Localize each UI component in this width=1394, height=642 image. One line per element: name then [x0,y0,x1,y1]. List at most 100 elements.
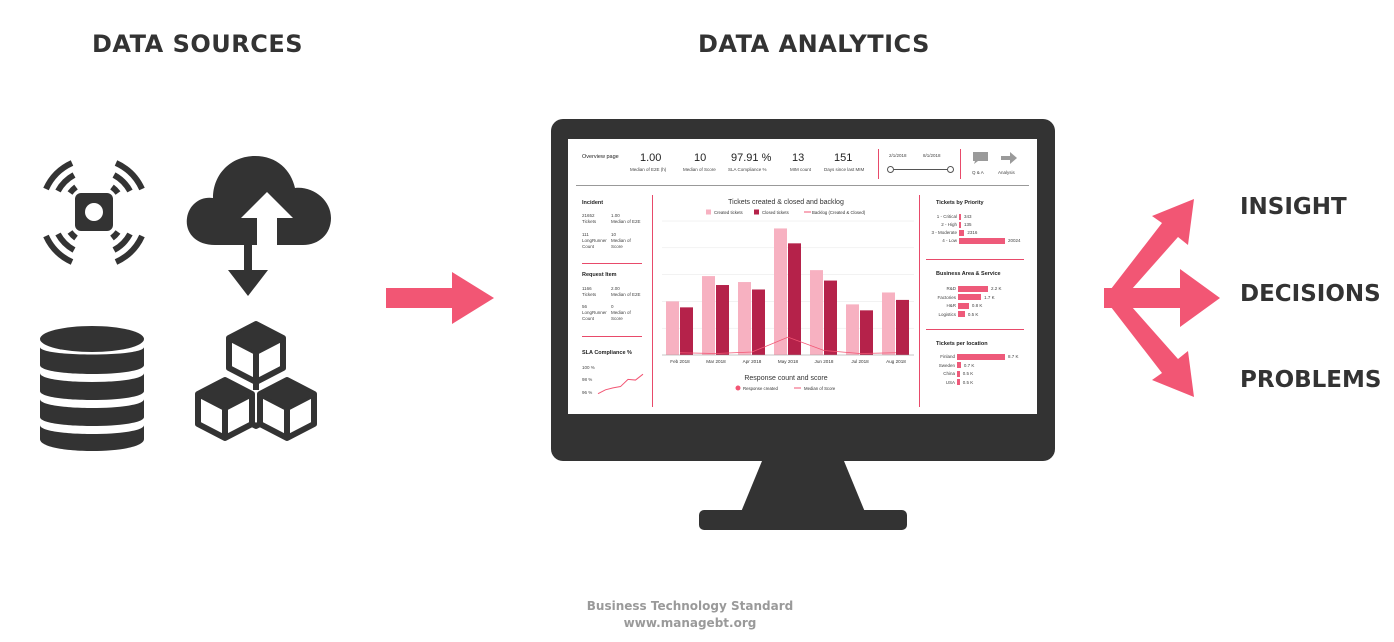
bar-label: 4 - Low [942,238,957,243]
date-slider-start-handle[interactable] [887,166,894,173]
bar-label: Sweden [938,362,955,368]
incident-score-label: Median of Score [611,238,631,249]
bar-value: 0.7 K [963,362,975,368]
branching-arrows-icon [1104,199,1220,397]
request-longrunner-value: 56 [582,304,588,309]
section-divider [582,336,642,337]
cloud-upload-icon [186,156,331,296]
kpi-value: 1.00 [640,152,662,164]
bar-label: Finland [940,354,955,359]
hbar [958,311,965,317]
request-tickets-label: Tickets [582,292,597,297]
bar-label: R&D [946,286,956,291]
bar-created [882,292,895,355]
database-icon [40,326,144,451]
bar-label: Factories [937,294,956,300]
x-tick-label: Aug 2018 [886,359,906,364]
outcome-problems: PROBLEMS [1240,367,1382,393]
x-tick-label: May 2018 [778,359,799,364]
bar-label: H&R [946,303,956,308]
hbar [957,370,960,377]
bar-value: 135 [964,222,972,227]
overview-page-title: Overview page [582,154,619,160]
sla-line [597,373,644,395]
x-tick-label: Apr 2018 [743,359,762,364]
x-tick-label: Feb 2018 [670,359,690,364]
x-tick-label: Mar 2018 [706,359,726,364]
header-divider [576,185,1029,186]
hbar [958,294,982,300]
bar-value: 8.7 K [1008,354,1019,359]
sensor-icon [43,160,145,265]
incident-title: Incident [582,200,604,206]
sla-tick: 96 % [582,390,593,395]
request-e2e-label: Median of E2E [611,292,641,297]
incident-longrunner-label: LongRunner Count [582,238,607,249]
bar-created [810,270,823,355]
legend-label: Backlog (Created & Closed) [812,210,866,215]
kpi-label: SLA Compliance % [728,167,767,172]
legend-label: Created tickets [714,210,743,215]
bar-value: 0.5 K [967,311,979,317]
footer-url: www.managebt.org [623,616,757,630]
incident-tickets-value: 21652 [582,213,595,218]
sla-line-chart [597,373,644,395]
bar-label: USA [945,379,955,385]
bar-created [738,282,751,355]
date-slider-end-handle[interactable] [947,166,954,173]
incident-score-value: 10 [611,232,617,237]
bar-label: 3 - Moderate [931,230,957,235]
x-tick-label: Jun 2018 [815,359,834,364]
divider [878,149,879,179]
bar-closed [680,307,693,355]
kpi-label: Days since last MIM [824,167,865,172]
qa-label: Q & A [972,170,984,175]
column-divider [919,195,920,407]
column-divider [652,195,653,407]
bar-value: 2.2 K [991,286,1002,291]
hbar [959,213,961,220]
x-tick-label: Jul 2018 [851,359,869,364]
legend-label: Response created [743,386,778,391]
legend-swatch [754,209,759,215]
chat-icon [973,152,988,164]
bar-closed [752,289,765,355]
footer-title: Business Technology Standard [586,599,794,613]
business-area-title: Business Area & Service [936,271,1001,277]
legend-swatch [735,385,741,391]
request-e2e-value: 2.00 [611,286,620,291]
bar-value: 0.5 K [962,379,974,385]
bar-created [846,304,859,355]
hbar [959,237,1005,244]
arrow-right-icon [386,272,494,324]
incident-tickets-label: Tickets [582,219,597,224]
date-start: 2/1/2018 [889,153,907,158]
dashboard-screen: Overview page 1.00 Median of E2E (h) 10 … [568,139,1037,414]
location-title: Tickets per location [936,341,988,347]
bar-label: 1 - Critical [936,214,957,219]
divider [960,149,961,179]
bar-value: 343 [964,214,972,219]
bar-label: China [943,371,955,376]
bar-closed [896,299,909,355]
legend-label: Median of Score [804,386,836,391]
priority-title: Tickets by Priority [936,200,984,206]
analysis-button[interactable] [1000,151,1018,165]
data-analytics-heading: DATA ANALYTICS [698,30,930,58]
kpi-label: Median of Score [683,167,716,172]
bar-value: 2316 [967,230,978,235]
qa-button[interactable] [972,151,989,165]
hbar [957,353,1005,360]
outcome-decisions: DECISIONS [1240,281,1381,307]
analysis-label: Analysis [998,170,1015,175]
bar-created [774,228,787,355]
arrow-right-icon [1001,152,1017,164]
kpi-value: 151 [834,152,853,164]
chart-title: Response count and score [744,375,827,382]
section-divider [926,329,1024,330]
date-slider-track[interactable] [890,169,950,170]
request-score-label: Median of Score [611,310,631,321]
data-sources-heading: DATA SOURCES [92,30,304,58]
kpi-label: MIM count [790,167,812,172]
kpi-label: Median of E2E (h) [630,167,667,172]
